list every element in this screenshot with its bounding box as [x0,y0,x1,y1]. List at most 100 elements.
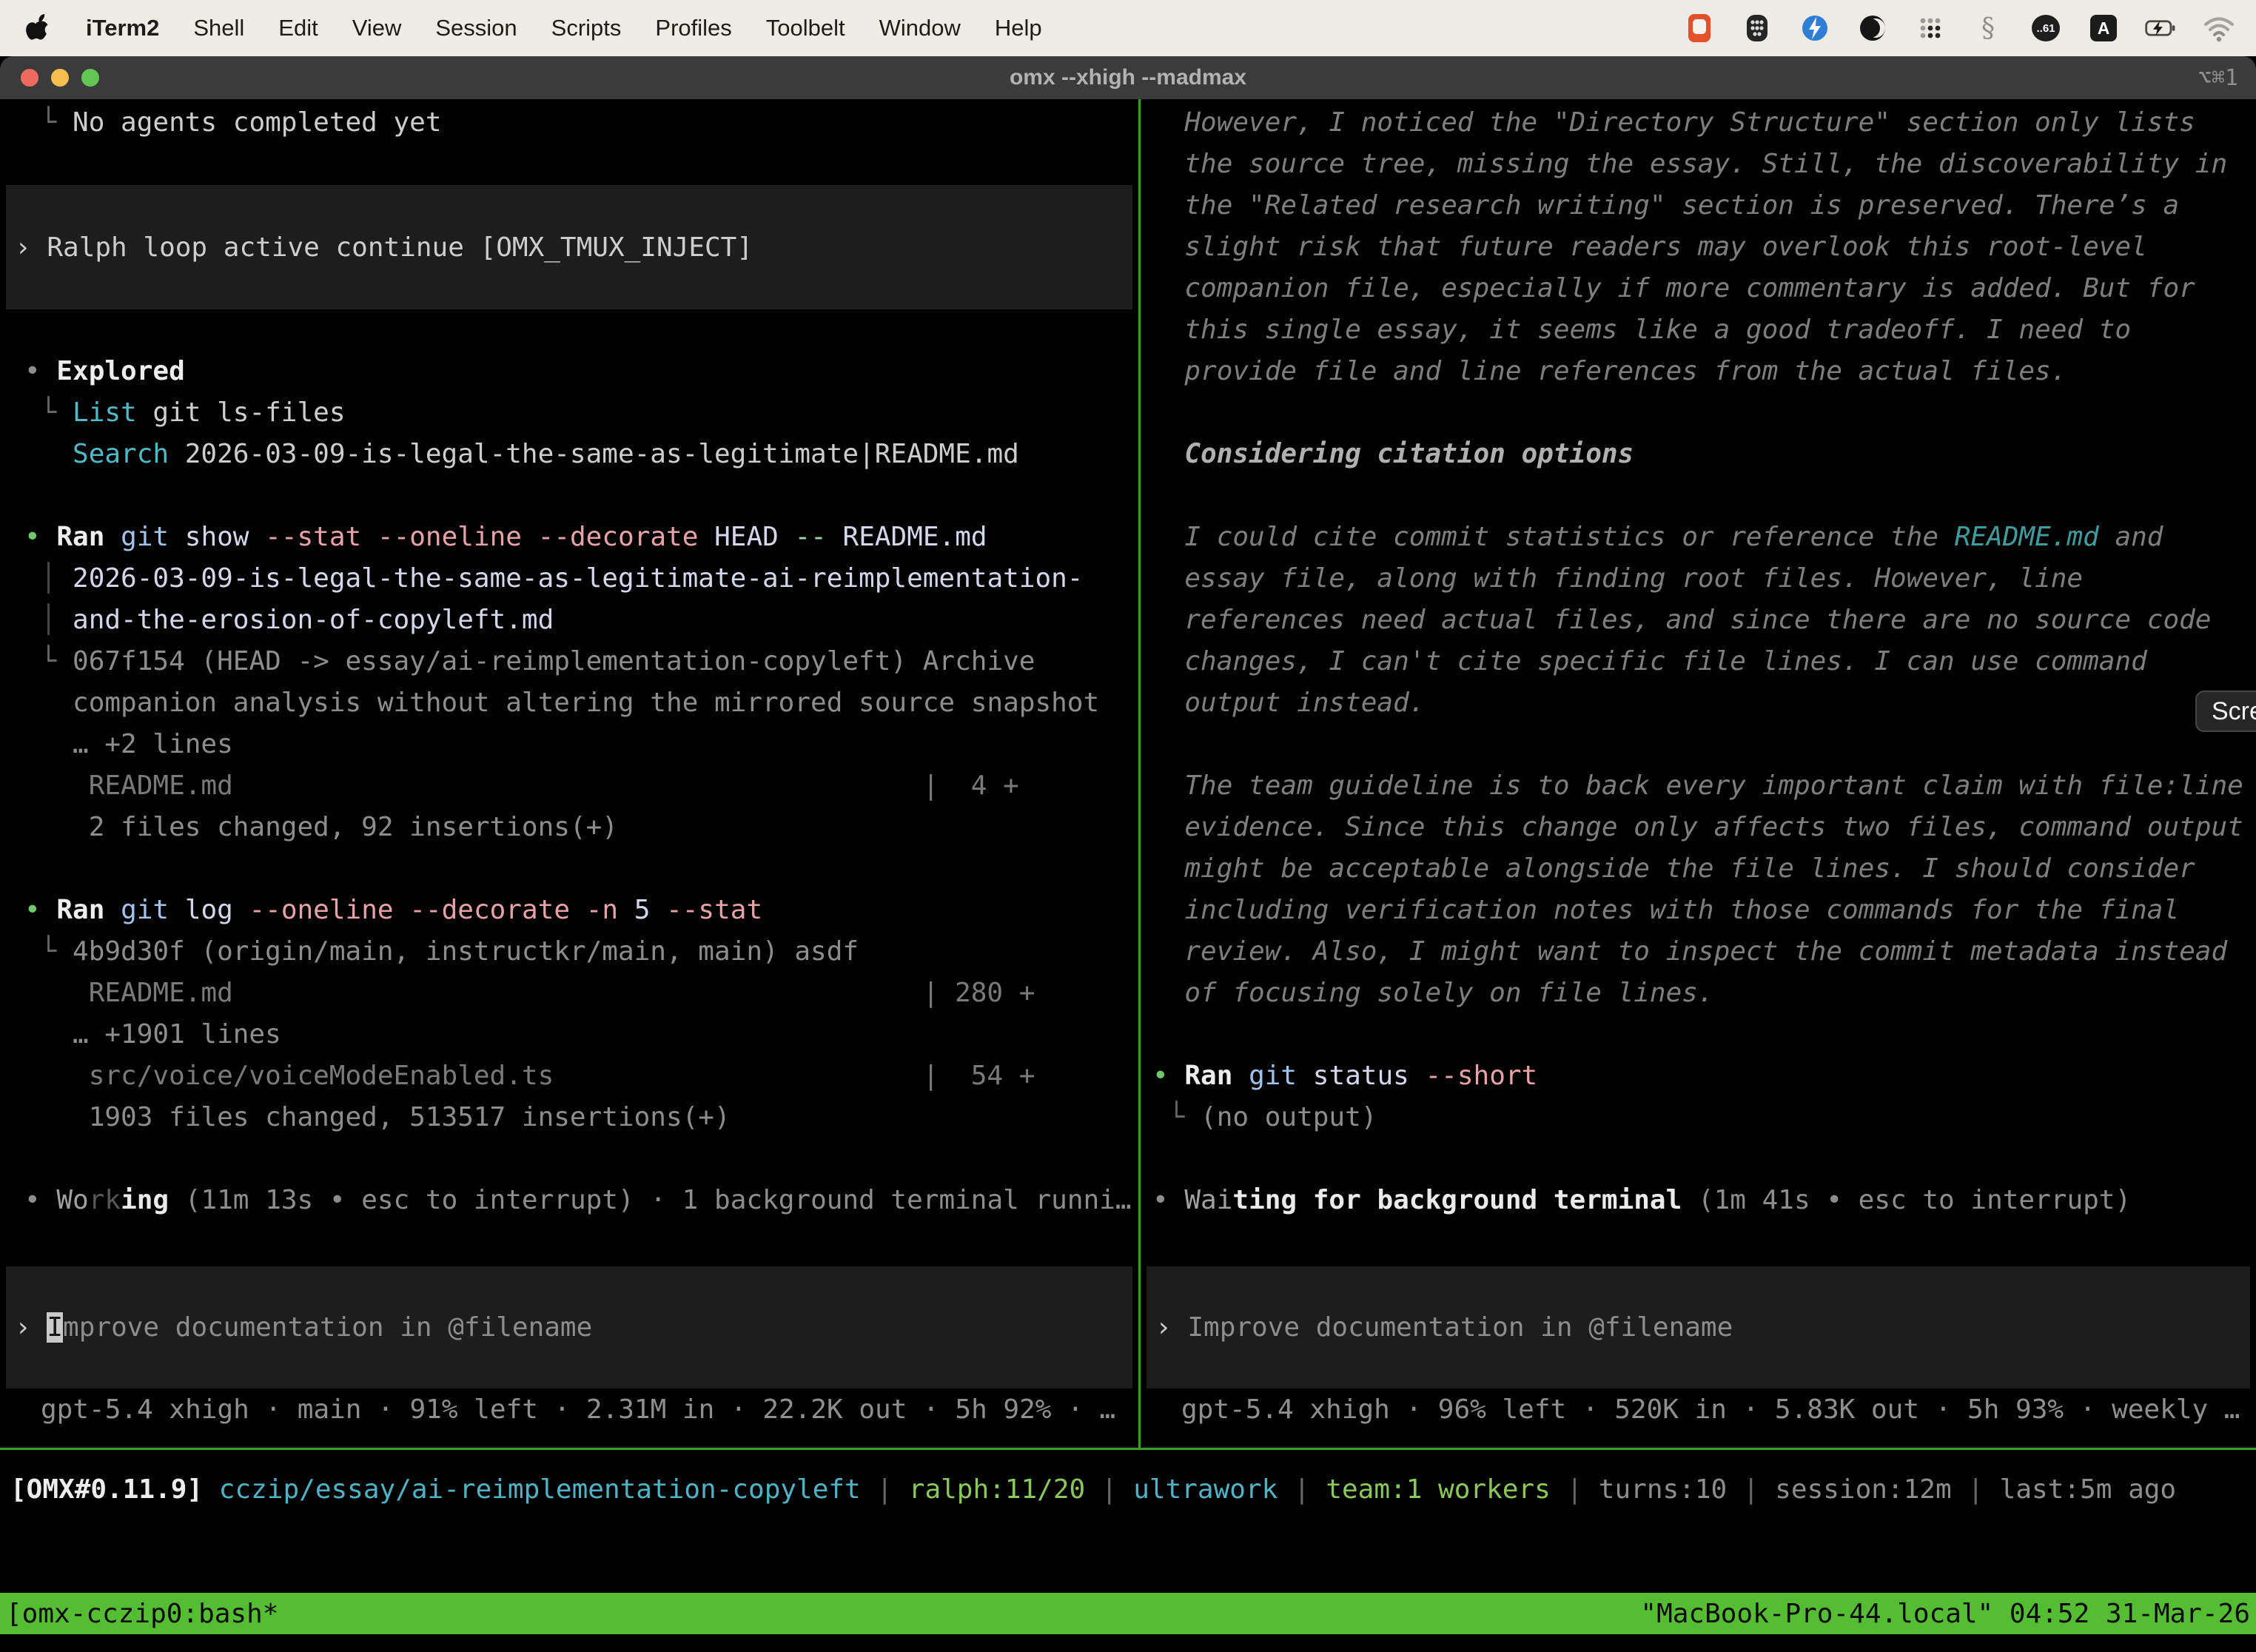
terminal-line [24,1138,1138,1180]
apple-icon [22,12,50,44]
right-prompt-line[interactable]: › Improve documentation in @filename [1147,1312,1733,1343]
menu-item-shell[interactable]: Shell [193,15,244,41]
terminal-line: Search 2026-03-09-is-legal-the-same-as-l… [24,434,1138,475]
terminal-line: companion analysis without altering the … [24,682,1138,724]
terminal-line: output instead. [1152,682,2256,724]
terminal-line: the source tree, missing the essay. Stil… [1152,144,2256,185]
left-prompt-text: mprove documentation in @filename [63,1312,592,1343]
dots-grid-icon[interactable] [1913,10,1948,46]
terminal-line: └ 067f154 (HEAD -> essay/ai-reimplementa… [24,641,1138,682]
keyboard-layout-label: A [2090,15,2117,41]
terminal-line: slight risk that future readers may over… [1152,226,2256,268]
terminal-line: └ (no output) [1152,1097,2256,1138]
terminal-line: │ and-the-erosion-of-copyleft.md [24,600,1138,641]
menu-item-iterm2[interactable]: iTerm2 [86,15,159,41]
terminal-line: However, I noticed the "Directory Struct… [1152,102,2256,144]
terminal-line: evidence. Since this change only affects… [1152,807,2256,848]
tmux-status-bar: [omx-cczip0:bash* "MacBook-Pro-44.local"… [0,1593,2256,1634]
terminal-line: README.md | 280 + [24,973,1138,1014]
terminal-area[interactable]: › Ralph loop active continue [OMX_TMUX_I… [0,99,2256,1634]
terminal-line: 1903 files changed, 513517 insertions(+) [24,1097,1138,1138]
squiggle-icon[interactable]: § [1970,10,2006,46]
screen-share-tooltip: Scre [2195,691,2256,732]
prompt-chevron-icon: › [15,1312,47,1343]
pane-border-bottom [0,1448,2256,1450]
terminal-line: 2 files changed, 92 insertions(+) [24,807,1138,848]
menu-bar-status-icons: § ..61 A [1682,10,2256,46]
menu-item-session[interactable]: Session [435,15,517,41]
badge-61-icon[interactable]: ..61 [2028,10,2064,46]
terminal-line: references need actual files, and since … [1152,600,2256,641]
terminal-line: this single essay, it seems like a good … [1152,309,2256,351]
iterm-window: omx --xhigh --madmax ⌥⌘1 › Ralph loop ac… [0,56,2256,1634]
terminal-line [24,144,1138,185]
title-bar[interactable]: omx --xhigh --madmax ⌥⌘1 [0,56,2256,99]
menu-item-profiles[interactable]: Profiles [655,15,731,41]
battery-icon[interactable] [2143,10,2179,46]
left-prompt-box[interactable]: › Improve documentation in @filename [6,1266,1132,1389]
terminal-line: companion file, especially if more comme… [1152,268,2256,309]
left-prompt-line[interactable]: › Improve documentation in @filename [6,1312,592,1343]
omx-status-bar: [OMX#0.11.9] cczip/essay/ai-reimplementa… [10,1469,2176,1511]
crescent-icon[interactable] [1855,10,1890,46]
terminal-line: the "Related research writing" section i… [1152,185,2256,226]
terminal-line: [OMX#0.11.9] cczip/essay/ai-reimplementa… [10,1469,2176,1511]
terminal-line: … +2 lines [24,724,1138,765]
menu-item-help[interactable]: Help [995,15,1042,41]
window-shortcut-hint: ⌥⌘1 [2198,65,2238,91]
terminal-line: essay file, along with finding root file… [1152,558,2256,600]
terminal-line [24,848,1138,890]
terminal-line: • Ran git log --oneline --decorate -n 5 … [24,890,1138,931]
terminal-line: might be acceptable alongside the file l… [1152,848,2256,890]
terminal-line: Considering citation options [1152,434,2256,475]
terminal-line [1152,475,2256,517]
terminal-line [24,475,1138,517]
terminal-line: src/voice/voiceModeEnabled.ts | 54 + [24,1055,1138,1097]
menu-item-toolbelt[interactable]: Toolbelt [766,15,845,41]
tmux-host-time: "MacBook-Pro-44.local" 04:52 31-Mar-26 [1640,1599,2256,1629]
terminal-line: • Ran git status --short [1152,1055,2256,1097]
terminal-line [1152,724,2256,765]
left-pane[interactable]: › Ralph loop active continue [OMX_TMUX_I… [0,99,1138,1448]
menu-item-scripts[interactable]: Scripts [551,15,622,41]
terminal-line: … +1901 lines [24,1014,1138,1055]
terminal-line: • Working (11m 13s • esc to interrupt) ·… [24,1180,1138,1221]
terminal-line [1152,1014,2256,1055]
menu-bar: iTerm2 Shell Edit View Session Scripts P… [0,0,2256,56]
menu-item-view[interactable]: View [352,15,402,41]
shield-grid-icon[interactable] [1739,10,1775,46]
badge-61-label: ..61 [2032,15,2060,41]
window-title: omx --xhigh --madmax [0,65,2256,90]
terminal-line: • Ran git show --stat --oneline --decora… [24,517,1138,558]
terminal-line: └ List git ls-files [24,392,1138,434]
terminal-line: The team guideline is to back every impo… [1152,765,2256,807]
apple-menu[interactable] [22,12,52,44]
left-pane-lines: └ No agents completed yet • Explored └ L… [0,102,1138,1221]
menu-item-edit[interactable]: Edit [278,15,318,41]
right-prompt-box[interactable]: › Improve documentation in @filename [1147,1266,2250,1389]
wifi-icon[interactable] [2201,10,2237,46]
terminal-line: │ 2026-03-09-is-legal-the-same-as-legiti… [24,558,1138,600]
terminal-line [24,268,1138,309]
terminal-line: provide file and line references from th… [1152,351,2256,392]
menu-bar-left: iTerm2 Shell Edit View Session Scripts P… [0,12,1042,44]
terminal-line: • Explored [24,351,1138,392]
terminal-line: • Waiting for background terminal (1m 41… [1152,1180,2256,1221]
right-pane[interactable]: However, I noticed the "Directory Struct… [1141,99,2256,1448]
terminal-line: I could cite commit statistics or refere… [1152,517,2256,558]
left-model-status: gpt-5.4 xhigh · main · 91% left · 2.31M … [41,1389,1115,1431]
bolt-badge-icon[interactable] [1797,10,1833,46]
right-prompt-text: Improve documentation in @filename [1187,1312,1733,1343]
keyboard-layout-icon[interactable]: A [2086,10,2121,46]
terminal-line [24,185,1138,226]
prompt-chevron-icon: › [1155,1312,1187,1343]
terminal-line [1152,392,2256,434]
terminal-line: including verification notes with those … [1152,890,2256,931]
menu-item-window[interactable]: Window [879,15,961,41]
terminal-line [1152,1138,2256,1180]
terminal-line: changes, I can't cite specific file line… [1152,641,2256,682]
recording-indicator-icon[interactable] [1682,10,1717,46]
tmux-session-label[interactable]: [omx-cczip0:bash* [0,1599,278,1629]
terminal-line: of focusing solely on file lines. [1152,973,2256,1014]
terminal-line: review. Also, I might want to inspect th… [1152,931,2256,973]
